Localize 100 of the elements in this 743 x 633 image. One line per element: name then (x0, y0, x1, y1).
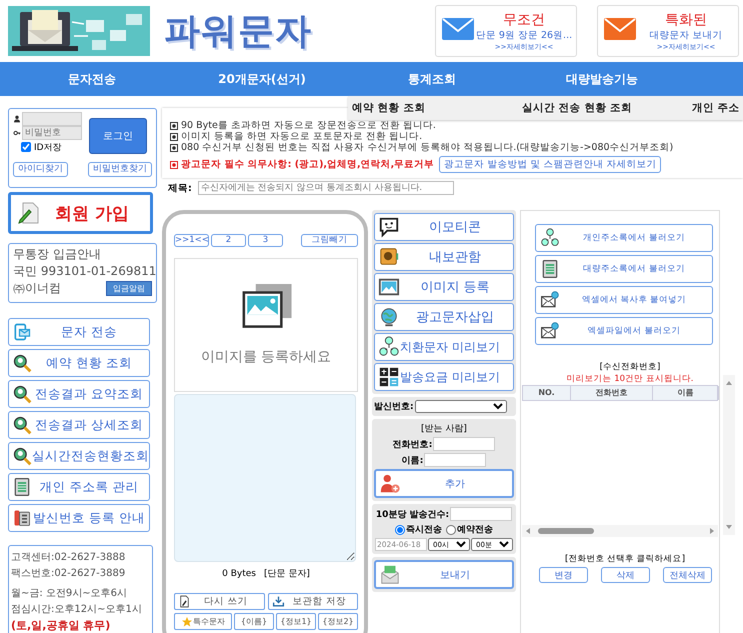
name-field[interactable] (424, 453, 486, 467)
add-button[interactable]: 추가 (374, 469, 514, 498)
magnifier-icon (12, 446, 32, 466)
horizontal-scrollbar[interactable] (522, 525, 718, 537)
side-menu-button[interactable]: 실시간전송현황조회 (8, 442, 150, 470)
contact-text: 팩스번호:02-2627-3889 (11, 567, 126, 581)
nav-item[interactable]: 문자전송 (7, 70, 177, 88)
guide-button[interactable]: 광고문자 발송방법 및 스팸관련안내 자세히보기 (439, 156, 662, 173)
notice-text: 이미지 등록을 하면 자동으로 포토문자로 전환 됩니다. (181, 131, 422, 142)
list-button[interactable]: 삭제 (601, 567, 650, 583)
action-button[interactable]: 다시 쓰기 (174, 593, 264, 610)
remove-image-button[interactable]: 그림빼기 (301, 234, 358, 247)
square-bullet-icon (170, 144, 178, 152)
list-hint: [전화번호 선택후 클릭하세요] (564, 553, 686, 565)
document-icon (178, 595, 191, 608)
safe-icon (378, 246, 400, 268)
insert-button[interactable]: {정보2} (318, 613, 358, 630)
nav-item[interactable]: 대량발송기능 (517, 70, 687, 88)
import-button[interactable]: 대량주소록에서 불러오기 (535, 255, 713, 283)
name-label: 이름: (402, 454, 424, 466)
person-plus-icon (379, 472, 401, 494)
side-menu-button[interactable]: 개인 주소록 관리 (8, 473, 150, 501)
telephone-icon (12, 508, 32, 528)
square-bullet-icon (170, 160, 178, 168)
page-button[interactable]: 2 (211, 234, 246, 247)
insert-button[interactable]: {정보1} (276, 613, 316, 630)
speech-bubble-icon (378, 216, 400, 238)
envelope-icon (379, 564, 401, 586)
column-header: NO. (523, 386, 571, 400)
nav-item[interactable]: 통계조회 (347, 70, 517, 88)
side-menu-button[interactable]: 발신번호 등록 안내 (8, 504, 150, 532)
page-button[interactable]: >>1<< (174, 234, 209, 247)
insert-button[interactable]: 특수문자 (174, 613, 232, 630)
side-menu-button[interactable]: 문자 전송 (8, 318, 150, 346)
subject-field[interactable]: 수신자에게는 전송되지 않으며 통계조회시 사용됩니다. (198, 181, 454, 195)
checkbox-label: ID저장 (34, 142, 62, 154)
find-button[interactable]: 아이디찾기 (13, 162, 68, 177)
promo-text: 단문 9원 장문 26원... (474, 28, 574, 42)
menu-item[interactable]: 실시간 전송 현황 조회 (522, 101, 692, 115)
radio-button[interactable] (395, 524, 405, 534)
rate-field[interactable] (450, 507, 512, 521)
side-menu-button[interactable]: 전송결과 요약조회 (8, 380, 150, 408)
recipient-title: [받는 사람] (420, 423, 468, 435)
phone-message-icon (12, 322, 32, 342)
calculator-icon (378, 366, 400, 388)
image-placeholder-icon (240, 284, 292, 330)
magnifier-icon (12, 415, 32, 435)
notice-text: 080 수신거부 신청된 번호는 직접 사용자 수신거부에 등록해야 적용됩니다.(대량발송기능->080수신거부조회) (181, 142, 674, 153)
notice-text: 광고문자 필수 의무사항: (광고),업체명,연락처,무료거부 (181, 159, 434, 170)
tool-button[interactable]: 내보관함 (374, 243, 514, 271)
image-icon (378, 276, 400, 298)
insert-button[interactable]: {이름} (234, 613, 274, 630)
list-button[interactable]: 전체삭제 (663, 567, 712, 583)
password-field[interactable]: 비밀번호 (22, 126, 82, 140)
address-book-icon (12, 477, 32, 497)
username-field[interactable] (22, 112, 82, 126)
login-button[interactable]: 로그인 (89, 118, 147, 154)
people-icon (378, 336, 400, 358)
column-header: 전화번호 (571, 386, 653, 400)
magnifier-icon (12, 353, 32, 373)
import-button[interactable]: 엑셀파일에서 불러오기 (535, 317, 713, 345)
promo-headline: 특화된 (664, 10, 708, 28)
remember-checkbox[interactable] (21, 142, 31, 152)
sender-select[interactable] (414, 400, 507, 413)
image-drop-area[interactable]: 이미지를 등록하세요 (174, 258, 358, 392)
address-book-icon (540, 259, 560, 279)
tool-button[interactable]: 이미지 등록 (374, 273, 514, 301)
import-button[interactable]: 엑셀에서 복사후 붙여넣기 (535, 286, 713, 314)
rate-label: 10분당 발송건수: (376, 508, 450, 520)
side-menu-button[interactable]: 예약 현황 조회 (8, 349, 150, 377)
list-button[interactable]: 변경 (539, 567, 588, 583)
vertical-scrollbar[interactable] (723, 375, 735, 535)
menu-item[interactable]: 개인 주소 (692, 101, 743, 115)
magnifier-icon (12, 384, 32, 404)
side-menu-button[interactable]: 전송결과 상세조회 (8, 411, 150, 439)
message-type: [단문 문자] (264, 569, 310, 579)
key-icon (13, 129, 21, 137)
byte-count: 0 Bytes (222, 569, 256, 579)
tool-button[interactable]: 광고문자삽입 (374, 303, 514, 331)
deposit-notice-button[interactable]: 입금알림 (106, 281, 152, 296)
tool-button[interactable]: 이모티콘 (374, 213, 514, 241)
page-button[interactable]: 3 (248, 234, 283, 247)
square-bullet-icon (170, 132, 178, 140)
action-button[interactable]: 보관함 저장 (268, 593, 358, 610)
star-icon (181, 616, 193, 628)
tool-button[interactable]: 발송요금 미리보기 (374, 363, 514, 391)
message-field[interactable] (174, 394, 356, 562)
radio-label: 예약전송 (457, 524, 493, 536)
subject-label: 제목: (168, 182, 192, 194)
import-button[interactable]: 개인주소록에서 불러오기 (535, 224, 713, 252)
phone-label: 전화번호: (392, 438, 432, 450)
radio-button[interactable] (446, 524, 456, 534)
nav-item[interactable]: 20개문자(선거) (177, 70, 347, 88)
signup-button[interactable]: 회원 가입 (8, 192, 153, 234)
phone-field[interactable] (433, 437, 496, 451)
tool-button[interactable]: 치환문자 미리보기 (374, 333, 514, 361)
send-button[interactable]: 보내기 (374, 560, 514, 589)
column-header: 이름 (653, 386, 719, 400)
find-button[interactable]: 비밀번호찾기 (88, 162, 152, 177)
menu-item[interactable]: 예약 현황 조회 (352, 101, 522, 115)
